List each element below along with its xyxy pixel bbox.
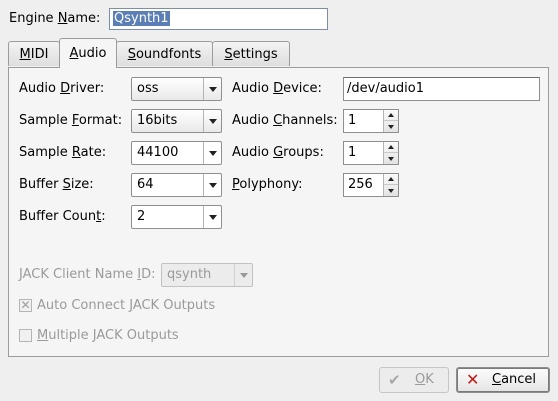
audio-driver-value: oss [137, 81, 159, 96]
cancel-accel: C [492, 372, 502, 387]
cancel-icon: ✕ [466, 370, 480, 389]
ok-accel: O [415, 372, 426, 387]
buffer-size-label-pre: Buffer [19, 177, 63, 192]
multiple-jack-label-accel: M [37, 328, 49, 343]
polyphony-label: Polyphony: [232, 177, 302, 193]
auto-connect-label: Auto Connect JACK Outputs [37, 298, 215, 314]
auto-connect-checkbox[interactable]: ✕ [19, 298, 32, 312]
spin-up-icon[interactable] [384, 110, 398, 121]
chevron-down-icon[interactable] [234, 264, 252, 286]
sample-rate-select[interactable]: 44100 [131, 141, 222, 165]
chevron-down-icon[interactable] [203, 174, 221, 196]
jack-client-name-label: JACK Client Name ID: [19, 267, 156, 283]
checkmark-icon: ✔ [388, 371, 401, 389]
cancel-button[interactable]: ✕ Cancel [456, 367, 550, 393]
audio-groups-value: 1 [348, 145, 357, 160]
audio-groups-label-post: roups: [283, 145, 324, 160]
jack-client-label-pre: JACK Client Name [19, 267, 138, 282]
multiple-jack-label: Multiple JACK Outputs [37, 328, 179, 344]
audio-driver-label: Audio Driver: [19, 81, 104, 97]
audio-device-label: Audio Device: [232, 81, 322, 97]
sample-rate-label: Sample Rate: [19, 145, 106, 161]
audio-channels-label-pre: Audio [232, 113, 274, 128]
spin-down-icon[interactable] [384, 121, 398, 132]
sample-format-label-post: ormat: [78, 113, 123, 128]
check-mark-icon: ✕ [20, 298, 31, 312]
buffer-size-value: 64 [137, 177, 154, 192]
sample-rate-label-post: ate: [80, 145, 107, 160]
auto-connect-label-pre: Auto Connect [37, 298, 130, 313]
sample-rate-label-accel: R [71, 145, 81, 160]
buffer-size-label-accel: S [62, 177, 71, 192]
sample-format-value: 16bits [137, 113, 178, 128]
buffer-count-select[interactable]: 2 [131, 205, 222, 229]
audio-device-input[interactable]: /dev/audio1 [343, 77, 540, 101]
audio-channels-label: Audio Channels: [232, 113, 338, 129]
sample-format-label: Sample Format: [19, 113, 122, 129]
ok-rest: K [425, 372, 434, 387]
audio-device-label-accel: D [273, 81, 284, 96]
audio-device-value: /dev/audio1 [347, 81, 424, 96]
sample-format-select[interactable]: 16bits [131, 109, 222, 133]
polyphony-value: 256 [348, 177, 373, 192]
audio-channels-spinbox[interactable]: 1 [343, 109, 399, 133]
buffer-size-select[interactable]: 64 [131, 173, 222, 197]
spin-down-icon[interactable] [384, 153, 398, 164]
audio-device-label-pre: Audio [232, 81, 274, 96]
audio-channels-label-accel: C [273, 113, 283, 128]
audio-tab-content: Audio Driver: Sample Format: Sample Rate… [0, 0, 558, 401]
audio-channels-label-post: hannels: [282, 113, 338, 128]
audio-driver-label-pre: Audio [19, 81, 61, 96]
buffer-count-label: Buffer Count: [19, 209, 106, 225]
audio-channels-value: 1 [348, 113, 357, 128]
buffer-count-label-pre: Buffer Coun [19, 209, 97, 224]
ok-button-label: OK [415, 372, 434, 388]
sample-format-label-accel: F [71, 113, 79, 128]
spin-up-icon[interactable] [384, 174, 398, 185]
audio-groups-label-pre: Audio [232, 145, 274, 160]
audio-driver-label-post: river: [70, 81, 105, 96]
multiple-jack-checkbox[interactable] [19, 329, 32, 342]
auto-connect-label-post: ACK Outputs [132, 298, 216, 313]
multiple-jack-label-post: ultiple JACK Outputs [48, 328, 179, 343]
audio-groups-label-accel: G [273, 145, 284, 160]
cancel-button-label: Cancel [492, 372, 536, 388]
audio-groups-label: Audio Groups: [232, 145, 324, 161]
jack-client-label-post: D: [141, 267, 156, 282]
polyphony-label-post: olyphony: [239, 177, 303, 192]
chevron-down-icon[interactable] [203, 110, 221, 132]
audio-device-label-post: evice: [283, 81, 322, 96]
chevron-down-icon[interactable] [203, 206, 221, 228]
ok-button[interactable]: ✔ OK [379, 367, 449, 393]
audio-driver-select[interactable]: oss [131, 77, 222, 101]
buffer-size-label: Buffer Size: [19, 177, 94, 193]
audio-groups-spinbox[interactable]: 1 [343, 141, 399, 165]
sample-rate-value: 44100 [137, 145, 179, 160]
sample-rate-label-pre: Sample [19, 145, 72, 160]
chevron-down-icon[interactable] [203, 142, 221, 164]
buffer-size-label-post: ize: [70, 177, 94, 192]
jack-client-value: qsynth [167, 267, 212, 282]
polyphony-spinbox[interactable]: 256 [343, 173, 399, 197]
buffer-count-value: 2 [137, 209, 146, 224]
buffer-count-label-post: : [101, 209, 106, 224]
audio-driver-label-accel: D [60, 81, 71, 96]
sample-format-label-pre: Sample [19, 113, 72, 128]
jack-client-name-select[interactable]: qsynth [161, 263, 253, 287]
cancel-rest: ancel [501, 372, 537, 387]
spin-down-icon[interactable] [384, 185, 398, 196]
chevron-down-icon[interactable] [203, 78, 221, 100]
spin-up-icon[interactable] [384, 142, 398, 153]
